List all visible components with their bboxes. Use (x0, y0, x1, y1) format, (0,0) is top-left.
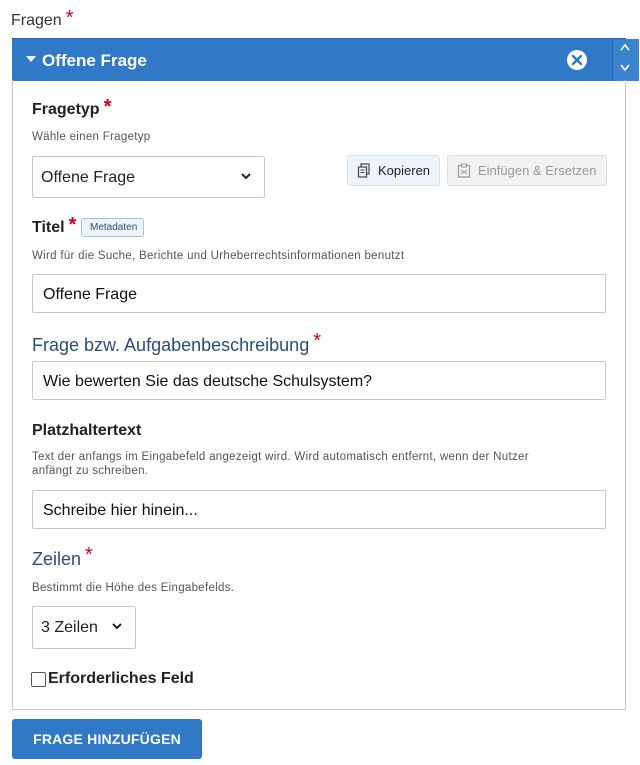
metadata-badge[interactable]: Metadaten (81, 218, 145, 237)
paste-replace-button[interactable]: Einfügen & Ersetzen (447, 155, 607, 186)
placeholder-hint-line1: Text der anfangs im Eingabefeld angezeig… (32, 451, 529, 463)
placeholder-input[interactable]: Schreibe hier hinein... (32, 490, 606, 529)
question-panel-header[interactable]: Offene Frage (12, 38, 639, 81)
rows-select[interactable]: 3 Zeilen (32, 606, 136, 649)
chevron-down-icon (111, 619, 123, 637)
required-asterisk: * (313, 330, 321, 352)
placeholder-hint-line2: anfängt zu schreiben. (32, 465, 149, 477)
copy-button-label: Kopieren (378, 163, 431, 178)
chevron-down-icon (240, 169, 252, 187)
required-field-checkbox[interactable] (31, 672, 46, 687)
question-type-hint: Wähle einen Fragetyp (32, 131, 151, 143)
copy-button[interactable]: Kopieren (347, 155, 440, 186)
question-text-label-text: Frage bzw. Aufgabenbeschreibung (32, 335, 310, 355)
question-text-input[interactable]: Wie bewerten Sie das deutsche Schulsyste… (32, 361, 606, 400)
question-type-label: Fragetyp * (32, 97, 111, 121)
placeholder-label: Platzhaltertext (32, 422, 142, 439)
paste-replace-label: Einfügen & Ersetzen (478, 163, 597, 178)
sort-controls (612, 39, 639, 81)
section-label-fragen: Fragen * (11, 8, 74, 32)
question-text-input-value: Wie bewerten Sie das deutsche Schulsyste… (43, 373, 373, 390)
copy-icon (357, 163, 371, 181)
title-hint: Wird für die Suche, Berichte und Urheber… (32, 250, 405, 262)
clipboard-icon (457, 163, 471, 181)
placeholder-input-value: Schreibe hier hinein... (43, 502, 198, 519)
close-circle-icon[interactable] (567, 50, 587, 70)
rows-label: Zeilen * (32, 545, 93, 570)
rows-hint: Bestimmt die Höhe des Eingabefelds. (32, 582, 235, 594)
title-label-text: Titel (32, 219, 65, 236)
question-type-label-text: Fragetyp (32, 101, 100, 118)
question-type-selected: Offene Frage (41, 169, 135, 186)
panel-title: Offene Frage (42, 51, 147, 70)
title-input-value: Offene Frage (43, 286, 137, 303)
question-type-select[interactable]: Offene Frage (32, 156, 265, 198)
section-label-text: Fragen (11, 12, 62, 29)
title-input[interactable]: Offene Frage (32, 274, 606, 313)
title-label: Titel * (32, 215, 76, 239)
rows-selected: 3 Zeilen (41, 619, 98, 636)
required-asterisk: * (85, 544, 93, 566)
collapse-caret-icon[interactable] (26, 56, 36, 62)
required-field-label[interactable]: Erforderliches Feld (48, 670, 194, 688)
rows-label-text: Zeilen (32, 549, 82, 569)
required-asterisk: * (68, 214, 77, 236)
required-asterisk: * (65, 7, 74, 29)
metadata-badge-label: Metadaten (90, 222, 138, 233)
add-question-button[interactable]: FRAGE HINZUFÜGEN (12, 719, 202, 759)
question-text-label: Frage bzw. Aufgabenbeschreibung * (32, 331, 321, 356)
required-asterisk: * (103, 96, 112, 118)
chevron-up-icon[interactable] (620, 42, 630, 54)
chevron-down-icon[interactable] (620, 63, 630, 75)
